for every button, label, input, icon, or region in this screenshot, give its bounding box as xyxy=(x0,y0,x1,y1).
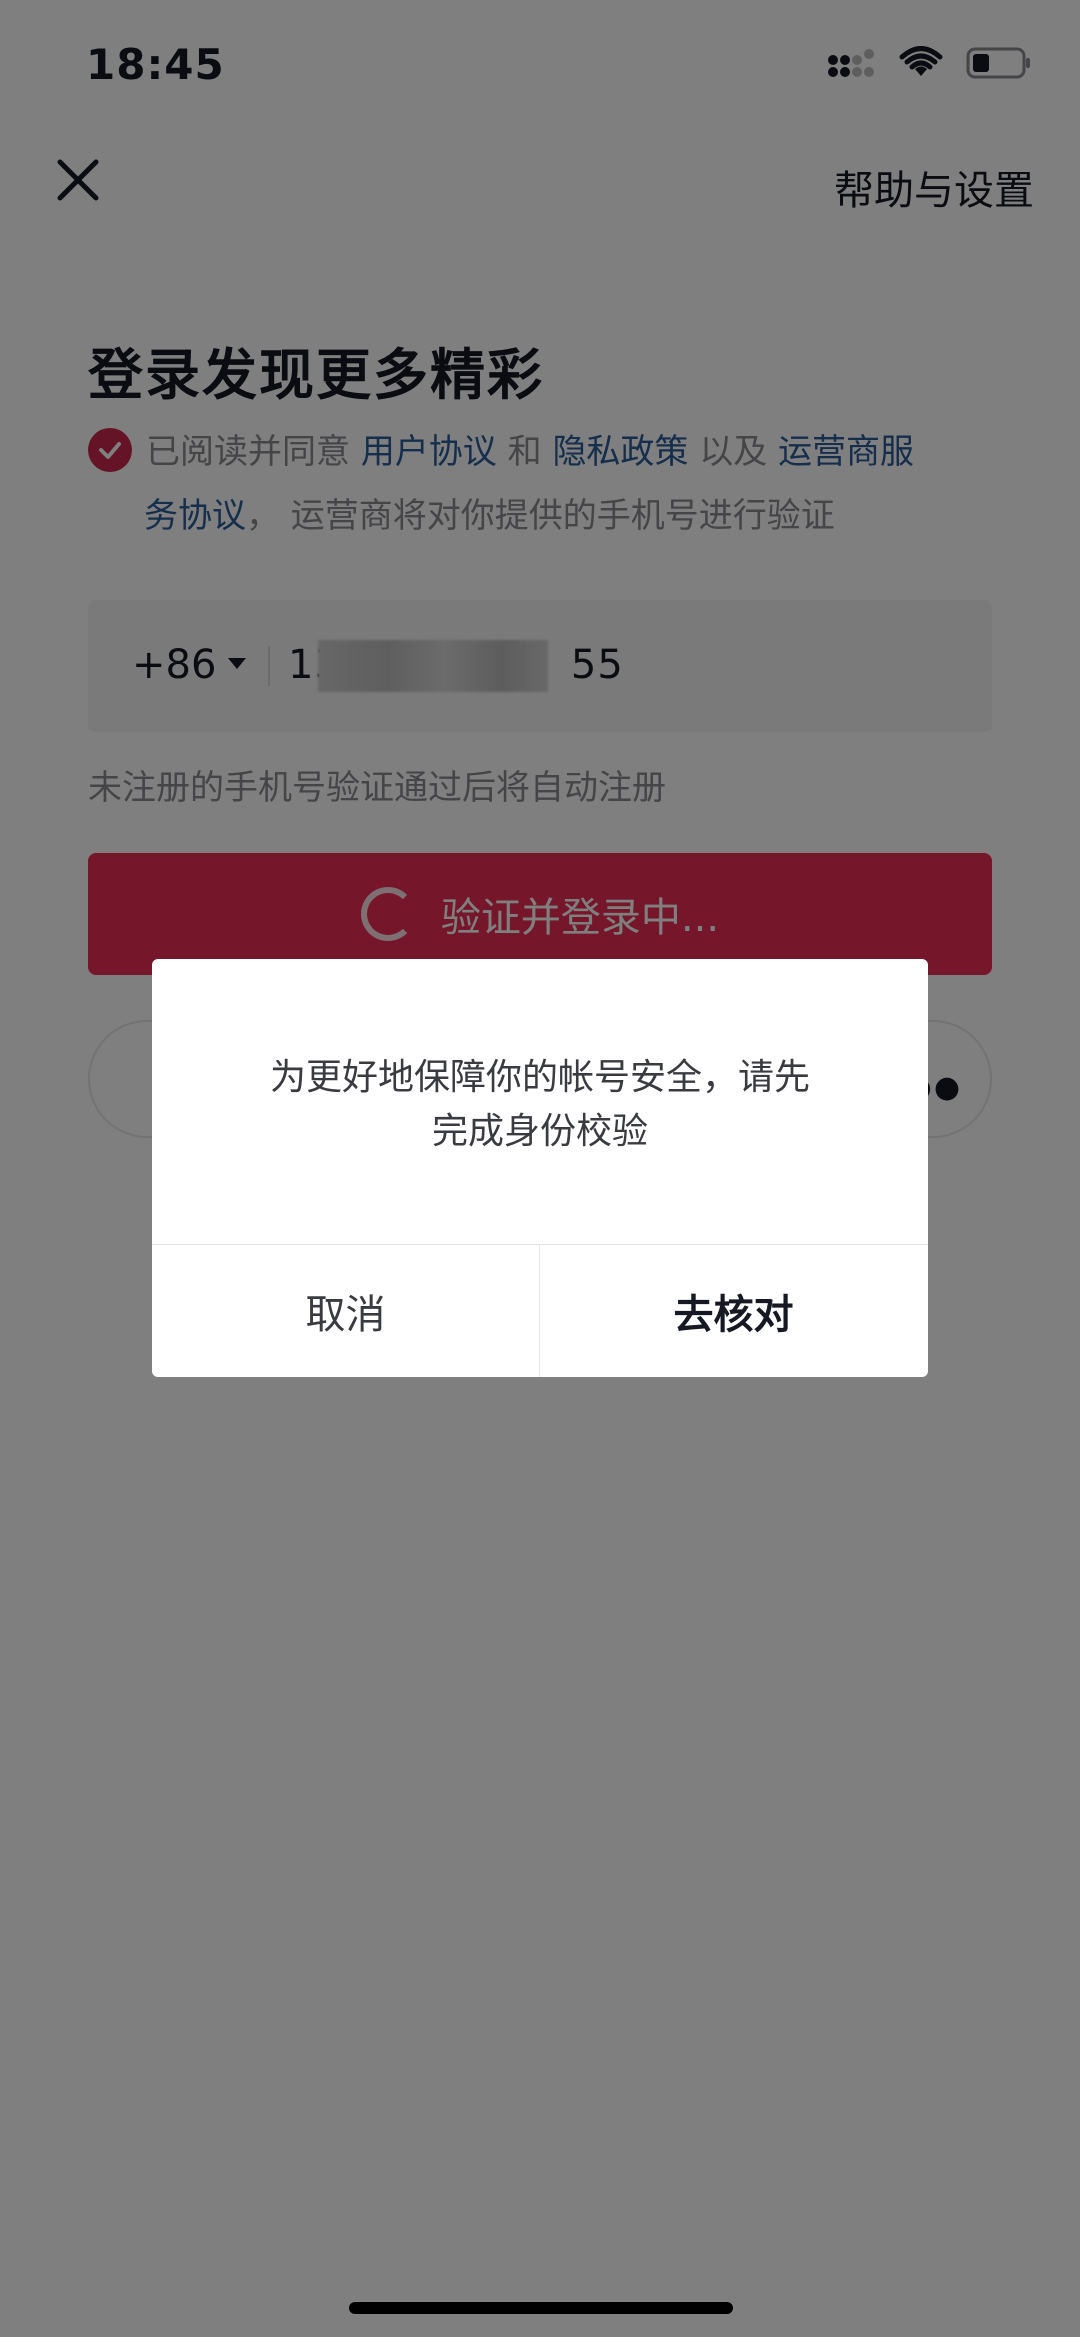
dialog-message-line2: 完成身份校验 xyxy=(431,1111,648,1152)
verify-button[interactable]: 去核对 xyxy=(540,1245,927,1377)
dialog-message: 为更好地保障你的帐号安全，请先 完成身份校验 xyxy=(232,1051,848,1159)
verification-dialog: 为更好地保障你的帐号安全，请先 完成身份校验 取消 去核对 xyxy=(152,959,928,1377)
dialog-message-line1: 为更好地保障你的帐号安全，请先 xyxy=(269,1057,810,1098)
home-indicator[interactable] xyxy=(349,2302,733,2314)
cancel-button[interactable]: 取消 xyxy=(152,1245,539,1377)
